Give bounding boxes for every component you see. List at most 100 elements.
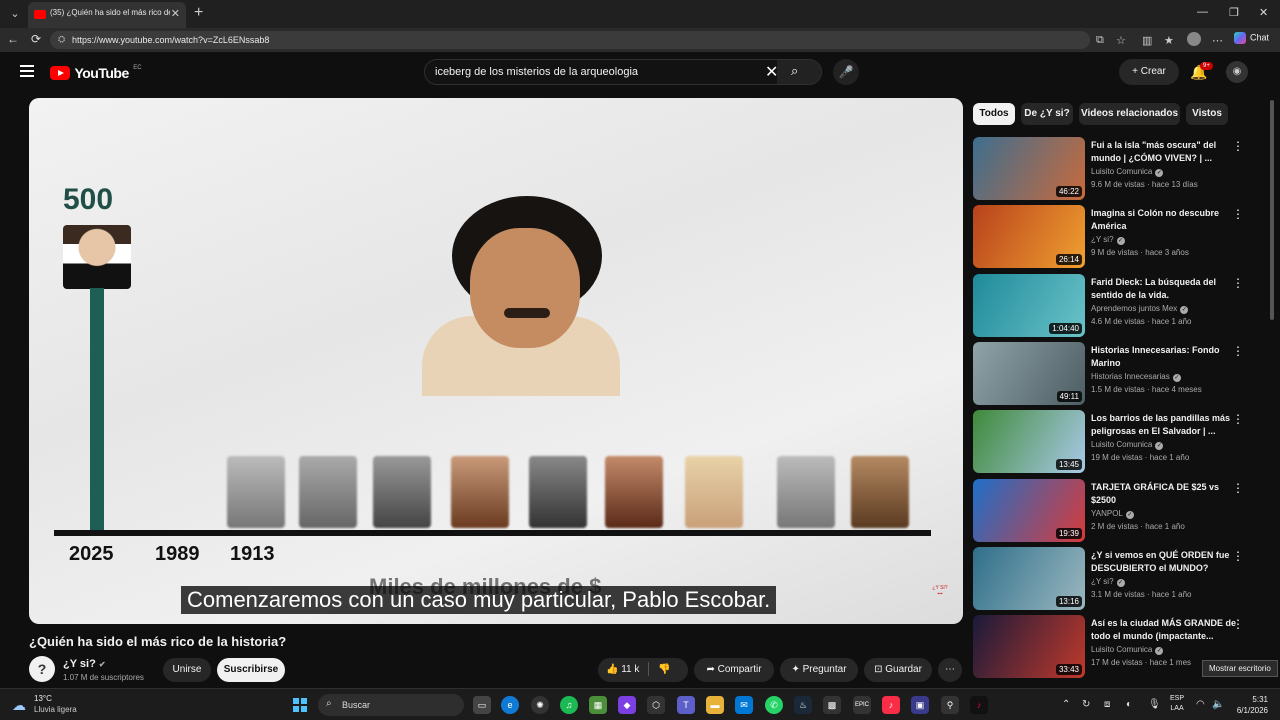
recommended-video[interactable]: 1:04:40 Farid Dieck: La búsqueda del sent… bbox=[973, 273, 1259, 338]
like-thumb-icon[interactable]: 👍 bbox=[606, 664, 618, 675]
video-player[interactable]: 500 2025 1989 1913 Miles de millones de … bbox=[29, 98, 963, 624]
volume-icon[interactable]: 🔈 bbox=[1212, 699, 1224, 710]
recommended-channel[interactable]: YANPOL ✓ bbox=[1091, 509, 1134, 519]
favorite-star-icon[interactable]: ☆ bbox=[1116, 34, 1126, 47]
video-thumbnail[interactable]: 26:14 bbox=[973, 205, 1085, 269]
video-thumbnail[interactable]: 13:45 bbox=[973, 410, 1085, 474]
reload-icon[interactable]: ⟳ bbox=[31, 32, 41, 46]
search-button[interactable]: ⌕ bbox=[777, 60, 821, 84]
edge-browser-icon[interactable]: e bbox=[501, 696, 519, 714]
chip-all[interactable]: Todos bbox=[973, 103, 1015, 125]
chatgpt-icon[interactable]: ✺ bbox=[531, 696, 549, 714]
channel-name[interactable]: ¿Y si? ✔ bbox=[63, 658, 106, 670]
windows-start-icon[interactable] bbox=[293, 698, 307, 712]
like-count[interactable]: 11 k bbox=[621, 664, 639, 675]
window-close-icon[interactable]: ✕ bbox=[1259, 6, 1268, 19]
subscribe-button[interactable]: Suscribirse bbox=[217, 658, 285, 682]
music-icon[interactable]: ♪ bbox=[882, 696, 900, 714]
join-button[interactable]: Unirse bbox=[163, 658, 211, 682]
create-button[interactable]: + Crear bbox=[1119, 59, 1179, 85]
more-options-icon[interactable]: ⋯ bbox=[1212, 34, 1223, 47]
system-clock[interactable]: 5:31 6/1/2026 bbox=[1232, 694, 1268, 716]
steam-icon[interactable]: ♨ bbox=[794, 696, 812, 714]
copilot-chat-button[interactable]: Chat bbox=[1234, 32, 1269, 44]
whatsapp-icon[interactable]: ✆ bbox=[765, 696, 783, 714]
tray-app-icon[interactable]: ◐ bbox=[1126, 699, 1132, 710]
recommended-title[interactable]: TARJETA GRÁFICA DE $25 vs $2500 bbox=[1091, 481, 1241, 507]
recommended-channel[interactable]: ¿Y si? ✓ bbox=[1091, 577, 1125, 587]
recommended-video[interactable]: 26:14 Imagina si Colón no descubre Améric… bbox=[973, 205, 1259, 269]
more-actions-icon[interactable]: ⋯ bbox=[938, 658, 962, 682]
search-input[interactable]: iceberg de los misterios de la arqueolog… bbox=[435, 66, 638, 78]
chip-related[interactable]: Videos relacionados bbox=[1079, 103, 1180, 125]
more-options-vertical-icon[interactable]: ⋮ bbox=[1232, 139, 1244, 153]
video-thumbnail[interactable]: 46:22 bbox=[973, 137, 1085, 200]
recommended-title[interactable]: Imagina si Colón no descubre América bbox=[1091, 207, 1241, 233]
new-tab-plus-icon[interactable]: + bbox=[194, 4, 203, 22]
video-thumbnail[interactable]: 19:39 bbox=[973, 478, 1085, 542]
more-options-vertical-icon[interactable]: ⋮ bbox=[1232, 207, 1244, 221]
voice-search-mic-icon[interactable]: 🎤 bbox=[833, 59, 859, 85]
ask-button[interactable]: ✦ Preguntar bbox=[780, 658, 858, 682]
save-button[interactable]: ⊡ Guardar bbox=[864, 658, 932, 682]
more-options-vertical-icon[interactable]: ⋮ bbox=[1232, 481, 1244, 495]
more-options-vertical-icon[interactable]: ⋮ bbox=[1232, 344, 1244, 358]
app-icon[interactable]: ▣ bbox=[911, 696, 929, 714]
back-arrow-icon[interactable]: ← bbox=[7, 32, 19, 46]
recommended-title[interactable]: Así es la ciudad MÁS GRANDE de todo el m… bbox=[1091, 617, 1241, 643]
epic-games-icon[interactable]: EPIC bbox=[853, 696, 871, 714]
minecraft-icon[interactable]: ▦ bbox=[589, 696, 607, 714]
recommended-channel[interactable]: Aprendemos juntos Mex ✓ bbox=[1091, 304, 1189, 314]
restore-icon[interactable]: ❐ bbox=[1229, 6, 1239, 19]
recommended-title[interactable]: ¿Y si vemos en QUÉ ORDEN fue DESCUBIERTO… bbox=[1091, 549, 1241, 575]
sync-icon[interactable]: ↻ bbox=[1082, 699, 1090, 710]
url-field[interactable]: ⛭ https://www.youtube.com/watch?v=ZcL6EN… bbox=[50, 31, 1126, 49]
file-explorer-icon[interactable]: ▬ bbox=[706, 696, 724, 714]
recommended-title[interactable]: Historias Innecesarias: Fondo Marino bbox=[1091, 344, 1241, 370]
menu-hamburger-icon[interactable] bbox=[20, 65, 34, 77]
tab-close-icon[interactable]: ✕ bbox=[171, 7, 180, 20]
more-options-vertical-icon[interactable]: ⋮ bbox=[1232, 617, 1244, 631]
mail-icon[interactable]: ✉ bbox=[735, 696, 753, 714]
recommended-video[interactable]: 19:39 TARJETA GRÁFICA DE $25 vs $2500 YANP… bbox=[973, 478, 1259, 543]
app-icon[interactable]: ◆ bbox=[618, 696, 636, 714]
app-icon[interactable]: ⬡ bbox=[647, 696, 665, 714]
recommended-channel[interactable]: Luisito Comunica ✓ bbox=[1091, 167, 1164, 177]
channel-avatar[interactable]: ? bbox=[29, 656, 55, 682]
app-icon[interactable]: ⚲ bbox=[941, 696, 959, 714]
tiktok-icon[interactable]: ♪ bbox=[970, 696, 988, 714]
dislike-thumb-icon[interactable]: 👎 bbox=[658, 664, 670, 675]
app-install-icon[interactable]: ⧉ bbox=[1096, 34, 1104, 47]
more-options-vertical-icon[interactable]: ⋮ bbox=[1232, 549, 1244, 563]
task-view-icon[interactable]: ▭ bbox=[473, 696, 491, 714]
profile-avatar-icon[interactable] bbox=[1187, 32, 1201, 46]
recommended-video[interactable]: 13:16 ¿Y si vemos en QUÉ ORDEN fue DESCUB… bbox=[973, 546, 1259, 611]
sidebar-scrollbar[interactable] bbox=[1270, 100, 1274, 320]
recommended-title[interactable]: Fui a la isla "más oscura" del mundo | ¿… bbox=[1091, 139, 1241, 165]
more-options-vertical-icon[interactable]: ⋮ bbox=[1232, 276, 1244, 290]
share-button[interactable]: ➦ Compartir bbox=[694, 658, 774, 682]
site-info-icon[interactable]: ⛭ bbox=[58, 34, 65, 45]
recommended-channel[interactable]: Luisito Comunica ✓ bbox=[1091, 645, 1164, 656]
recommended-channel[interactable]: Luisito Comunica ✓ bbox=[1091, 440, 1164, 451]
wifi-icon[interactable]: ◠ bbox=[1196, 699, 1205, 710]
language-indicator[interactable]: ESP LAA bbox=[1170, 694, 1184, 714]
favorites-icon[interactable]: ★ bbox=[1164, 34, 1174, 47]
video-thumbnail[interactable]: 33:43 bbox=[973, 615, 1085, 679]
search-box[interactable]: iceberg de los misterios de la arqueolog… bbox=[424, 59, 822, 85]
recommended-video[interactable]: 13:45 Los barrios de las pandillas más pe… bbox=[973, 410, 1259, 474]
chip-watched[interactable]: Vistos bbox=[1186, 103, 1228, 125]
recommended-channel[interactable]: Historias Innecesarias ✓ bbox=[1091, 372, 1181, 382]
video-thumbnail[interactable]: 1:04:40 bbox=[973, 273, 1085, 337]
more-options-vertical-icon[interactable]: ⋮ bbox=[1232, 412, 1244, 426]
microphone-icon[interactable]: 🎙 bbox=[1148, 699, 1161, 710]
recommended-channel[interactable]: ¿Y si? ✓ bbox=[1091, 235, 1125, 246]
app-icon[interactable]: ▩ bbox=[823, 696, 841, 714]
taskbar-search[interactable]: ⌕ Buscar bbox=[318, 694, 464, 716]
app-tray-icon[interactable]: ⧈ bbox=[1104, 699, 1110, 710]
account-avatar[interactable]: ◉ bbox=[1226, 61, 1248, 83]
tray-chevron-icon[interactable]: ⌃ bbox=[1062, 699, 1070, 710]
youtube-logo[interactable]: YouTube EC bbox=[50, 64, 142, 82]
minimize-icon[interactable]: — bbox=[1197, 6, 1208, 18]
video-thumbnail[interactable]: 13:16 bbox=[973, 546, 1085, 610]
